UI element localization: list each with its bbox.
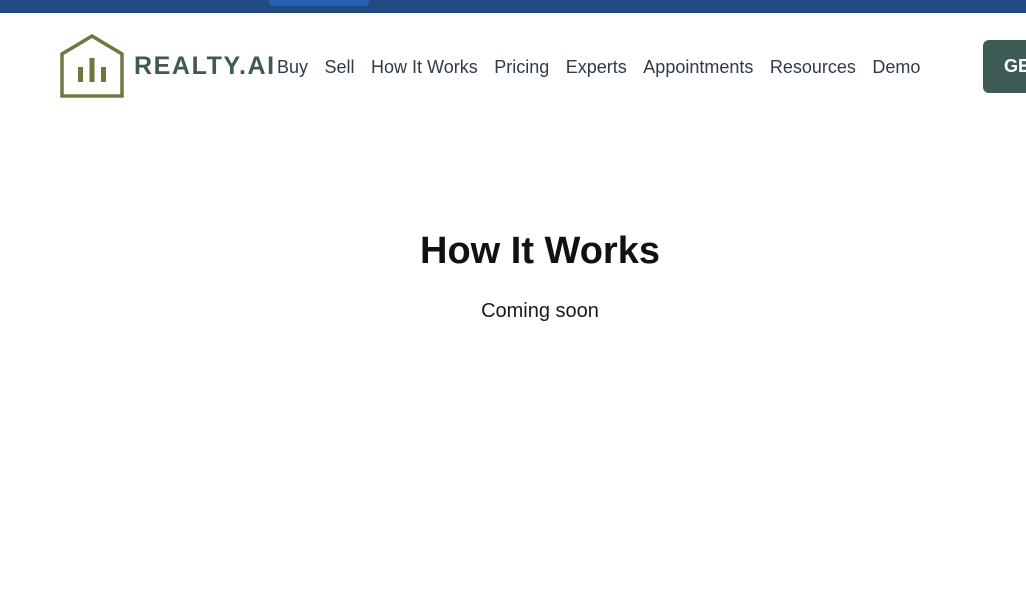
nav-link-demo[interactable]: Demo	[872, 56, 920, 78]
nav-link-resources[interactable]: Resources	[770, 56, 856, 78]
nav-link-buy[interactable]: Buy	[277, 56, 308, 78]
nav-link-pricing[interactable]: Pricing	[494, 56, 549, 78]
page-subtitle: Coming soon	[481, 300, 599, 322]
site-header: REALTY.AI Buy Sell How It Works Pricing …	[0, 13, 1026, 121]
brand-logo-link[interactable]: REALTY.AI	[60, 34, 276, 98]
main-navigation: Buy Sell How It Works Pricing Experts Ap…	[277, 56, 937, 78]
house-bars-logo-icon	[60, 34, 124, 98]
top-banner-tab[interactable]	[269, 0, 369, 6]
top-banner-strip	[0, 0, 1026, 13]
nav-link-experts[interactable]: Experts	[566, 56, 627, 78]
nav-link-sell[interactable]: Sell	[325, 56, 355, 78]
brand-name: REALTY.AI	[134, 51, 276, 80]
get-started-button[interactable]: GE	[983, 40, 1026, 93]
main-content: How It Works Coming soon	[0, 225, 1026, 323]
nav-link-appointments[interactable]: Appointments	[643, 56, 753, 78]
nav-link-how-it-works[interactable]: How It Works	[371, 56, 478, 78]
page-title: How It Works	[420, 230, 660, 272]
